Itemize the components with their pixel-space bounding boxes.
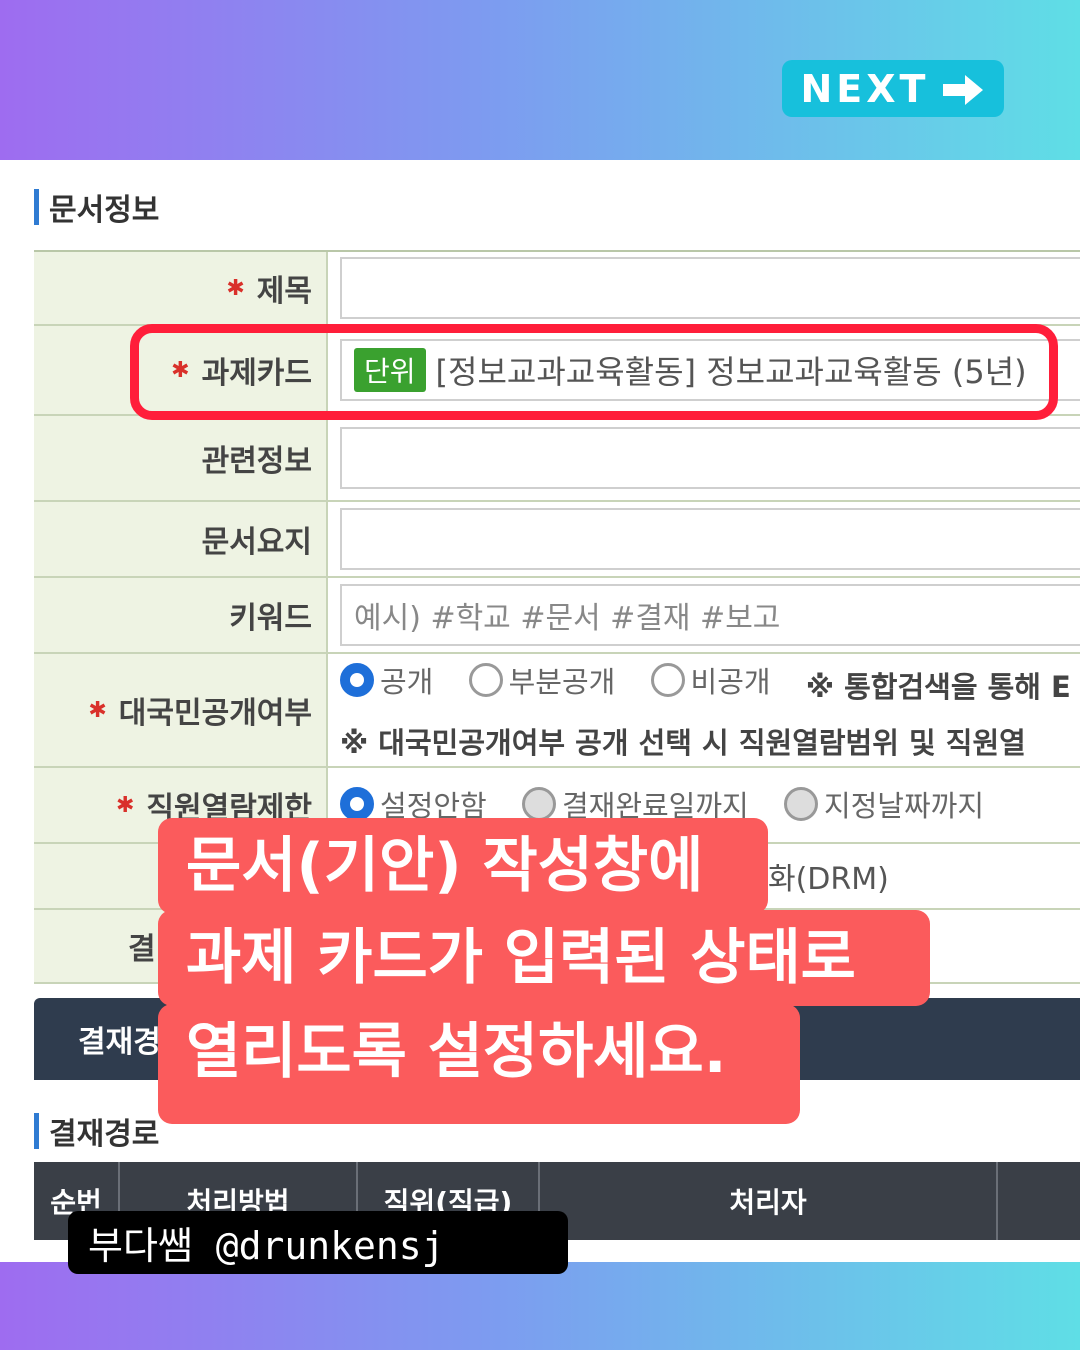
approval-route-heading: 결재경로 [34,1112,160,1152]
radio-partial[interactable]: 부분공개 [468,659,615,701]
related-label: 관련정보 [34,416,328,500]
keyword-label: 키워드 [34,578,328,652]
approval-route-title: 결재경로 [49,1117,160,1152]
disclosure-note-2: ※ 대국민공개여부 공개 선택 시 직원열람범위 및 직원열 [340,725,1026,760]
related-input[interactable] [340,427,1080,489]
next-label: NEXT [800,66,930,111]
title-label: ✱ 제목 [34,252,328,324]
row-summary: 문서요지 [34,502,1080,578]
summary-label: 문서요지 [34,502,328,576]
credit-label: 부다쌤 @drunkensj [68,1211,568,1274]
disclosure-note: ※ 통합검색을 통해 E [805,669,1071,704]
disclosure-label: ✱ 대국민공개여부 [34,654,328,766]
caption-line-3: 열리도록 설정하세요. [158,1004,800,1124]
radio-until-date[interactable]: 지정날짜까지 [783,783,984,825]
summary-input[interactable] [340,508,1080,570]
caption-line-1: 문서(기안) 작성창에 [158,818,768,914]
task-card-field[interactable]: 단위 [정보교과교육활동] 정보교과교육활동 (5년) [340,339,1080,401]
title-input[interactable] [340,257,1080,319]
row-related: 관련정보 [34,416,1080,502]
task-card-value: [정보교과교육활동] 정보교과교육활동 (5년) [435,353,1027,391]
next-button[interactable]: NEXT [782,60,1004,117]
row-task-card: ✱ 과제카드 단위 [정보교과교육활동] 정보교과교육활동 (5년) [34,326,1080,416]
bottom-gradient-band [0,1262,1080,1350]
row-keyword: 키워드 예시) #학교 #문서 #결재 #보고 [34,578,1080,654]
header-extra [998,1162,1080,1240]
keyword-input[interactable]: 예시) #학교 #문서 #결재 #보고 [340,584,1080,646]
heading-bar-2 [34,1113,39,1149]
row-title: ✱ 제목 [34,252,1080,326]
header-handler: 처리자 [540,1162,998,1240]
task-card-label: ✱ 과제카드 [34,326,328,414]
doc-info-title: 문서정보 [49,193,160,228]
radio-public[interactable]: 공개 [340,659,433,701]
caption-line-2: 과제 카드가 입력된 상태로 [158,910,930,1006]
heading-bar [34,189,39,225]
right-arrow-icon [941,72,985,106]
radio-private[interactable]: 비공개 [650,659,771,701]
task-card-tag: 단위 [354,348,426,392]
drm-text: 화(DRM) [768,862,889,897]
row-disclosure: ✱ 대국민공개여부 공개 부분공개 비공개 ※ 통합검색을 통해 E ※ 대국민공… [34,654,1080,768]
doc-info-heading: 문서정보 [34,188,160,228]
